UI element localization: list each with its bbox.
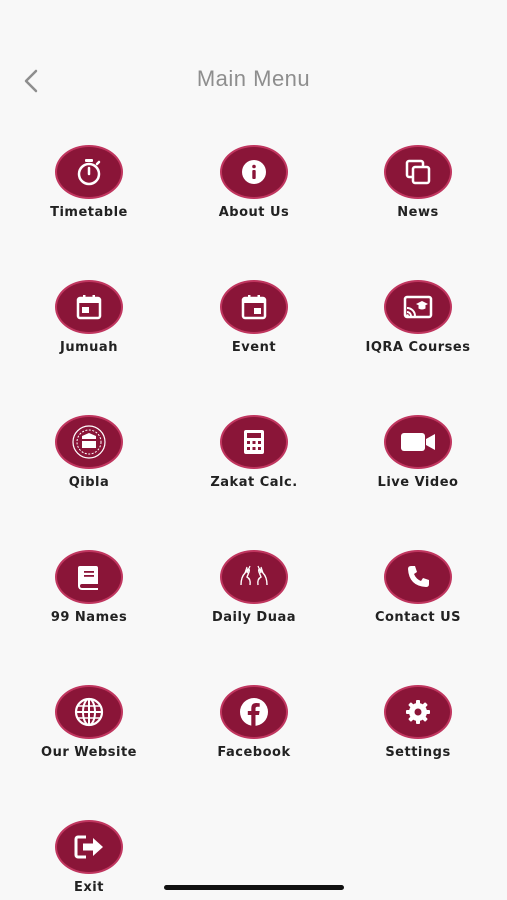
menu-item-label: Our Website	[41, 745, 137, 760]
menu-item-exit[interactable]: Exit	[9, 820, 169, 900]
praying-hands-icon	[240, 565, 268, 586]
menu-item-99-names[interactable]: 99 Names	[9, 550, 169, 640]
menu-icon-circle	[55, 145, 123, 199]
gear-icon	[406, 700, 430, 724]
menu-icon-circle	[384, 280, 452, 334]
menu-item-label: Timetable	[50, 205, 128, 220]
menu-icon-circle	[55, 415, 123, 469]
menu-icon-circle	[220, 550, 288, 604]
exit-icon	[74, 835, 103, 859]
home-indicator[interactable]	[164, 885, 344, 890]
menu-icon-circle	[55, 280, 123, 334]
menu-item-label: IQRA Courses	[365, 340, 471, 355]
menu-item-contact-us[interactable]: Contact US	[338, 550, 498, 640]
menu-item-live-video[interactable]: Live Video	[338, 415, 498, 505]
menu-item-news[interactable]: News	[338, 145, 498, 235]
info-icon	[242, 160, 266, 184]
kaaba-icon	[72, 425, 106, 459]
menu-icon-circle	[384, 415, 452, 469]
menu-item-label: Event	[231, 340, 277, 355]
calendar-event-icon	[241, 295, 267, 320]
menu-item-label: News	[397, 205, 439, 220]
menu-item-daily-duaa[interactable]: Daily Duaa	[174, 550, 334, 640]
cast-education-icon	[403, 295, 433, 319]
timer-icon	[77, 159, 101, 186]
copy-icon	[405, 159, 431, 185]
menu-item-about-us[interactable]: About Us	[174, 145, 334, 235]
menu-icon-circle	[220, 685, 288, 739]
menu-icon-circle	[55, 685, 123, 739]
menu-item-facebook[interactable]: Facebook	[174, 685, 334, 775]
globe-icon	[74, 697, 104, 727]
menu-icon-circle	[220, 145, 288, 199]
menu-item-zakat-calc[interactable]: Zakat Calc.	[174, 415, 334, 505]
menu-icon-circle	[384, 145, 452, 199]
menu-icon-circle	[384, 550, 452, 604]
main-menu-grid: Timetable About Us News Jumuah Event IQR…	[0, 0, 507, 900]
calendar-icon	[76, 295, 102, 320]
menu-item-event[interactable]: Event	[174, 280, 334, 370]
calculator-icon	[244, 430, 264, 454]
menu-item-label: About Us	[218, 205, 290, 220]
menu-item-label: Qibla	[68, 475, 110, 490]
menu-item-label: Contact US	[374, 610, 462, 625]
menu-icon-circle	[55, 550, 123, 604]
menu-item-label: Jumuah	[60, 340, 118, 355]
facebook-icon	[240, 698, 268, 726]
menu-icon-circle	[220, 415, 288, 469]
phone-icon	[408, 566, 429, 587]
menu-item-label: 99 Names	[50, 610, 128, 625]
menu-item-label: Daily Duaa	[211, 610, 297, 625]
menu-item-jumuah[interactable]: Jumuah	[9, 280, 169, 370]
menu-item-iqra-courses[interactable]: IQRA Courses	[338, 280, 498, 370]
video-camera-icon	[401, 433, 435, 451]
menu-item-our-website[interactable]: Our Website	[9, 685, 169, 775]
menu-item-label: Settings	[385, 745, 451, 760]
menu-item-timetable[interactable]: Timetable	[9, 145, 169, 235]
menu-icon-circle	[384, 685, 452, 739]
menu-item-settings[interactable]: Settings	[338, 685, 498, 775]
menu-item-label: Facebook	[217, 745, 291, 760]
book-icon	[78, 566, 98, 590]
menu-item-label: Zakat Calc.	[210, 475, 298, 490]
menu-item-label: Live Video	[377, 475, 459, 490]
menu-item-label: Exit	[74, 880, 104, 895]
menu-item-qibla[interactable]: Qibla	[9, 415, 169, 505]
menu-icon-circle	[220, 280, 288, 334]
menu-icon-circle	[55, 820, 123, 874]
